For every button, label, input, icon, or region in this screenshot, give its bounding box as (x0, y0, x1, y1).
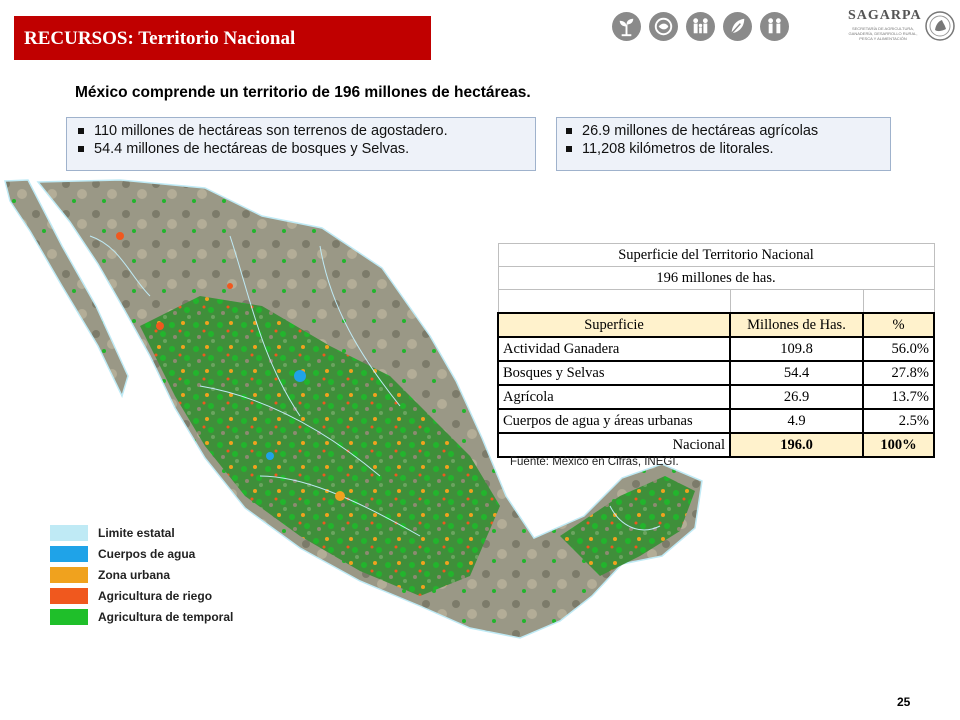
cell-value: 26.9 (729, 384, 864, 410)
header-millones: Millones de Has. (729, 312, 864, 338)
cell-percent: 27.8% (862, 360, 935, 386)
logo-name: SAGARPA (848, 8, 922, 23)
legend-swatch (50, 588, 88, 604)
legend-label: Agricultura de riego (98, 589, 213, 603)
table-row: Actividad Ganadera 109.8 56.0% (497, 336, 935, 362)
fish-icon (649, 12, 678, 41)
total-value: 196.0 (729, 432, 864, 458)
legend-label: Limite estatal (98, 526, 175, 540)
family-icon (686, 12, 715, 41)
table-row: Cuerpos de agua y áreas urbanas 4.9 2.5% (497, 408, 935, 434)
logo-subtitle: SECRETARÍA DE AGRICULTURA, GANADERÍA, DE… (848, 26, 918, 41)
cell-value: 54.4 (729, 360, 864, 386)
header-superficie: Superficie (497, 312, 731, 338)
source-note: Fuente: México en Cifras, INEGI. (510, 456, 679, 468)
plant-icon (612, 12, 641, 41)
cell-label: Cuerpos de agua y áreas urbanas (497, 408, 731, 434)
slide-title: RECURSOS: Territorio Nacional (24, 28, 296, 49)
cell-percent: 56.0% (862, 336, 935, 362)
legend-swatch (50, 546, 88, 562)
legend-swatch (50, 609, 88, 625)
total-label: Nacional (497, 432, 731, 458)
cell-value: 109.8 (729, 336, 864, 362)
table-header-row: Superficie Millones de Has. % (497, 312, 935, 338)
people-icon (760, 12, 789, 41)
bullet-list-left: 110 millones de hectáreas son terrenos d… (74, 122, 526, 158)
legend-label: Agricultura de temporal (98, 610, 234, 624)
legend-swatch (50, 567, 88, 583)
table-row: Agrícola 26.9 13.7% (497, 384, 935, 410)
sagarpa-logo: SAGARPA SECRETARÍA DE AGRICULTURA, GANAD… (848, 8, 956, 54)
bullet-list-right: 26.9 millones de hectáreas agrícolas 11,… (562, 122, 882, 158)
leaf-icon (723, 12, 752, 41)
headline: México comprende un territorio de 196 mi… (75, 84, 531, 101)
legend-label: Zona urbana (98, 568, 171, 582)
cell-label: Agrícola (497, 384, 731, 410)
legend-swatch (50, 525, 88, 541)
bullet-item: 26.9 millones de hectáreas agrícolas (562, 122, 882, 140)
cell-label: Bosques y Selvas (497, 360, 731, 386)
cell-value: 4.9 (729, 408, 864, 434)
table-subtitle: 196 millones de has. (497, 266, 935, 290)
table-title: Superficie del Territorio Nacional (497, 243, 935, 267)
bullet-item: 54.4 millones de hectáreas de bosques y … (74, 140, 526, 158)
cell-percent: 13.7% (862, 384, 935, 410)
cell-label: Actividad Ganadera (497, 336, 731, 362)
national-seal-icon (925, 11, 955, 41)
header-percent: % (862, 312, 935, 338)
territory-table: Superficie del Territorio Nacional 196 m… (497, 243, 935, 458)
total-percent: 100% (862, 432, 935, 458)
title-banner: RECURSOS: Territorio Nacional (14, 16, 431, 60)
page-number: 25 (897, 695, 911, 709)
table-subtitle-row: 196 millones de has. (497, 266, 935, 290)
header-icons (612, 12, 789, 42)
cell-percent: 2.5% (862, 408, 935, 434)
table-total-row: Nacional 196.0 100% (497, 432, 935, 458)
legend-label: Cuerpos de agua (98, 547, 196, 561)
bullet-item: 11,208 kilómetros de litorales. (562, 140, 882, 158)
bullet-item: 110 millones de hectáreas son terrenos d… (74, 122, 526, 140)
table-title-row: Superficie del Territorio Nacional (497, 243, 935, 267)
table-row: Bosques y Selvas 54.4 27.8% (497, 360, 935, 386)
table-spacer-row (497, 289, 935, 314)
